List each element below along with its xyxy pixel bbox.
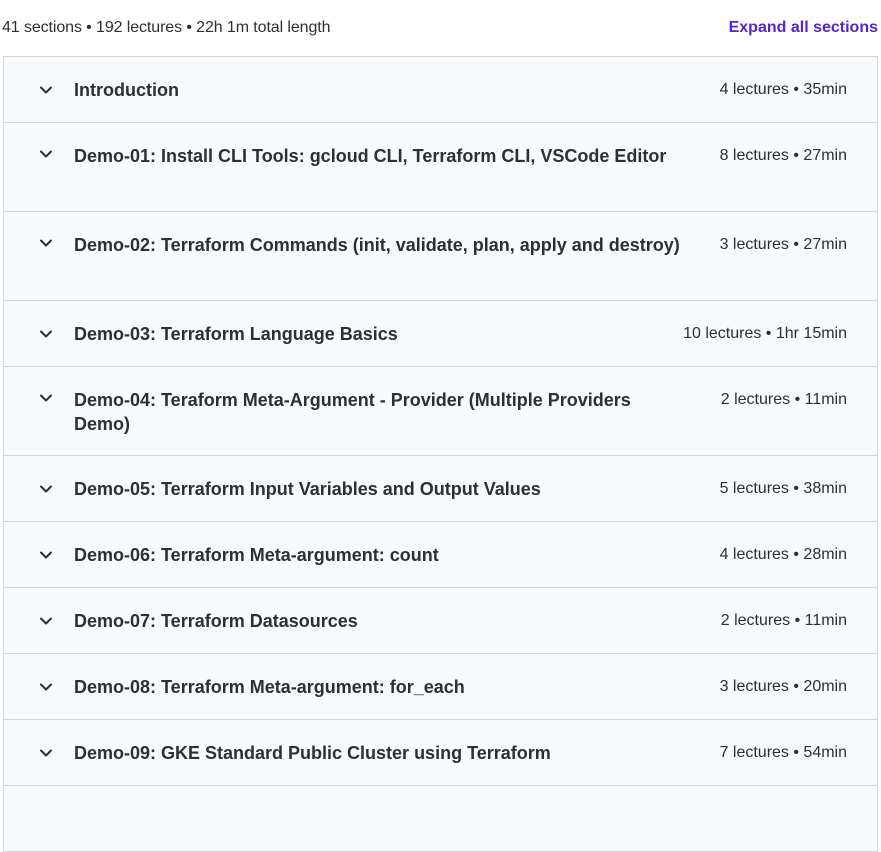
section-row-partial[interactable] — [4, 786, 877, 852]
chevron-down-icon — [38, 481, 54, 497]
section-title: Demo-09: GKE Standard Public Cluster usi… — [74, 742, 551, 763]
section-row[interactable]: Demo-01: Install CLI Tools: gcloud CLI, … — [4, 123, 877, 212]
section-row[interactable]: Demo-07: Terraform Datasources 2 lecture… — [4, 588, 877, 654]
section-lecture-count: 8 lectures • 27min — [719, 147, 847, 164]
section-title: Demo-04: Teraform Meta-Argument - Provid… — [74, 390, 631, 434]
chevron-down-icon — [38, 745, 54, 761]
section-title: Demo-02: Terraform Commands (init, valid… — [74, 235, 680, 255]
section-lecture-count: 4 lectures • 35min — [719, 80, 847, 98]
chevron-down-icon — [38, 82, 54, 98]
expand-all-sections-button[interactable]: Expand all sections — [729, 19, 878, 37]
section-title: Demo-07: Terraform Datasources — [74, 610, 358, 631]
section-title: Demo-06: Terraform Meta-argument: count — [74, 544, 439, 565]
section-row[interactable]: Demo-04: Teraform Meta-Argument - Provid… — [4, 367, 877, 456]
section-title: Demo-01: Install CLI Tools: gcloud CLI, … — [74, 146, 667, 166]
section-lecture-count: 10 lectures • 1hr 15min — [683, 324, 847, 342]
chevron-down-icon — [38, 390, 54, 406]
section-row[interactable]: Demo-03: Terraform Language Basics 10 le… — [4, 301, 877, 367]
curriculum-section-list: Introduction 4 lectures • 35min Demo-01:… — [3, 56, 878, 852]
section-lecture-count: 3 lectures • 20min — [719, 677, 847, 695]
section-row[interactable]: Demo-05: Terraform Input Variables and O… — [4, 456, 877, 522]
section-row[interactable]: Demo-06: Terraform Meta-argument: count … — [4, 522, 877, 588]
curriculum-summary-bar: 41 sections • 192 lectures • 22h 1m tota… — [0, 0, 881, 56]
section-lecture-count: 5 lectures • 38min — [719, 479, 847, 497]
chevron-down-icon — [38, 547, 54, 563]
section-row[interactable]: Demo-02: Terraform Commands (init, valid… — [4, 212, 877, 301]
section-title: Demo-03: Terraform Language Basics — [74, 323, 398, 344]
section-row[interactable]: Introduction 4 lectures • 35min — [4, 57, 877, 123]
chevron-down-icon — [38, 679, 54, 695]
section-title: Introduction — [74, 79, 179, 100]
section-row[interactable]: Demo-09: GKE Standard Public Cluster usi… — [4, 720, 877, 786]
chevron-down-icon — [38, 613, 54, 629]
section-title: Demo-05: Terraform Input Variables and O… — [74, 478, 541, 499]
chevron-down-icon — [38, 326, 54, 342]
chevron-down-icon — [38, 235, 54, 251]
section-lecture-count: 2 lectures • 11min — [720, 391, 847, 408]
section-title: Demo-08: Terraform Meta-argument: for_ea… — [74, 676, 465, 697]
section-lecture-count: 2 lectures • 11min — [720, 611, 847, 629]
course-length-summary: 41 sections • 192 lectures • 22h 1m tota… — [2, 19, 331, 36]
section-lecture-count: 4 lectures • 28min — [719, 545, 847, 563]
section-lecture-count: 7 lectures • 54min — [719, 743, 847, 761]
section-lecture-count: 3 lectures • 27min — [719, 236, 847, 253]
chevron-down-icon — [38, 146, 54, 162]
section-row[interactable]: Demo-08: Terraform Meta-argument: for_ea… — [4, 654, 877, 720]
